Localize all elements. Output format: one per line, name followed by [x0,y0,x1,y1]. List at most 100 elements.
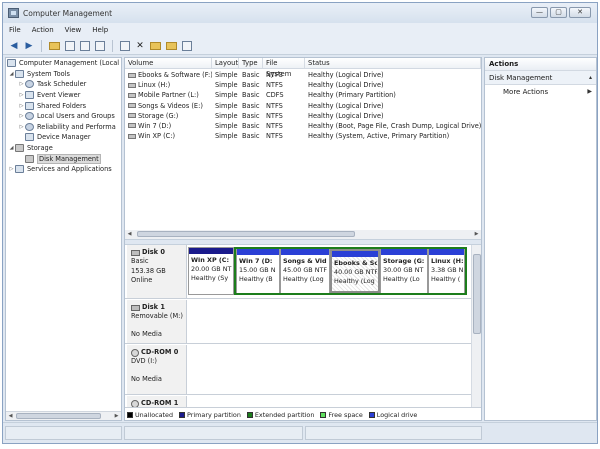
disk-management-pane: Volume Layout Type File System Status Eb… [124,57,482,421]
expand-arrow-icon[interactable]: ◢ [8,71,15,77]
more-actions-item[interactable]: More Actions ▶ [485,85,596,99]
tools-icon [15,69,24,78]
scrollbar-thumb[interactable] [16,413,101,419]
search-icon[interactable] [182,40,192,51]
table-row[interactable]: Win XP (C:) Simple Basic NTFS Healthy (S… [125,131,481,141]
scroll-right-icon[interactable]: ▶ [112,412,121,420]
close-button[interactable]: ✕ [569,7,591,18]
collapse-arrow-icon[interactable]: ▷ [18,124,25,130]
tree-horizontal-scrollbar[interactable]: ◀ ▶ [6,411,121,420]
disk-info[interactable]: Disk 0 Basic 153.38 GB Online [127,245,187,298]
tree-item-disk-management[interactable]: Disk Management [6,153,121,164]
properties-icon[interactable] [80,40,90,51]
tree-item-event-viewer[interactable]: ▷ Event Viewer [6,90,121,101]
volume-list-horizontal-scrollbar[interactable]: ◀ ▶ [125,230,481,239]
table-row[interactable]: Storage (G:) Simple Basic NTFS Healthy (… [125,111,481,121]
disk-info[interactable]: CD-ROM 0 DVD (I:) No Media [127,345,187,394]
partition-size: 20.00 GB NT [191,265,232,273]
volume-type: Basic [242,132,260,141]
forward-arrow-icon[interactable]: ▶ [24,41,34,51]
delete-icon[interactable]: ✕ [135,41,145,51]
shared-folder-icon [25,101,34,110]
tree-item-reliability[interactable]: ▷ Reliability and Performa [6,122,121,133]
tree-item-local-users[interactable]: ▷ Local Users and Groups [6,111,121,122]
expand-arrow-icon[interactable]: ◢ [8,145,15,151]
table-row[interactable]: Win 7 (D:) Simple Basic NTFS Healthy (Bo… [125,121,481,131]
scrollbar-thumb[interactable] [473,254,481,334]
maximize-button[interactable]: ▢ [550,7,567,18]
volume-layout: Simple [215,91,238,100]
computer-management-window: Computer Management — ▢ ✕ File Action Vi… [2,2,598,444]
collapse-arrow-icon[interactable]: ▷ [18,103,25,109]
disk-graphical-view: Disk 0 Basic 153.38 GB Online Win XP (C:… [125,245,471,407]
disk-info[interactable]: CD-ROM 1 [127,396,187,407]
actions-section-disk-management[interactable]: Disk Management ▴ [485,71,596,85]
partition-status: Healthy (Lo [383,275,420,283]
partition-block[interactable]: Win 7 (D: 15.00 GB N Healthy (B [236,249,280,293]
table-row[interactable]: Linux (H:) Simple Basic NTFS Healthy (Lo… [125,80,481,90]
collapse-arrow-icon[interactable]: ▷ [18,92,25,98]
tree-item-system-tools[interactable]: ◢ System Tools [6,69,121,80]
new-folder-icon[interactable] [166,41,177,50]
scrollbar-thumb[interactable] [137,231,355,237]
show-tree-icon[interactable] [65,40,75,51]
partition-size: 30.00 GB NT [383,266,424,274]
tree-item-services[interactable]: ▷ Services and Applications [6,164,121,175]
legend-swatch [368,411,375,418]
menu-view[interactable]: View [65,26,82,34]
performance-icon [25,122,34,131]
menu-help[interactable]: Help [92,26,108,34]
minimize-button[interactable]: — [531,7,548,18]
volume-file-system: NTFS [266,132,283,141]
help-icon[interactable] [95,40,105,51]
column-status[interactable]: Status [305,58,481,68]
column-volume[interactable]: Volume [125,58,212,68]
partition-block[interactable]: Win XP (C: 20.00 GB NT Healthy (Sy [188,247,234,295]
tree-item-task-scheduler[interactable]: ▷ Task Scheduler [6,79,121,90]
volume-file-system: NTFS [266,121,283,130]
menu-action[interactable]: Action [32,26,54,34]
table-row[interactable]: Songs & Videos (E:) Simple Basic NTFS He… [125,101,481,111]
partition-block-selected[interactable]: Ebooks & So 40.00 GB NTF Healthy (Log [330,249,380,293]
disk-info[interactable]: Disk 1 Removable (M:) No Media [127,300,187,343]
disk-view-vertical-scrollbar[interactable] [471,245,481,407]
scroll-left-icon[interactable]: ◀ [6,412,15,420]
table-row[interactable]: Mobile Partner (L:) Simple Basic CDFS He… [125,90,481,100]
partition-block[interactable]: Linux (H: 3.38 GB N Healthy ( [428,249,465,293]
volume-name: Linux (H:) [138,81,171,90]
column-layout[interactable]: Layout [212,58,239,68]
logical-drive-bar [237,249,279,255]
table-row[interactable]: Ebooks & Software (F:) Simple Basic NTFS… [125,70,481,80]
tree-item-root[interactable]: Computer Management (Local [6,58,121,69]
menu-file[interactable]: File [9,26,21,34]
navigation-tree: Computer Management (Local ◢ System Tool… [5,57,122,421]
partition-size: 45.00 GB NTF [283,266,328,274]
logical-drive-bar [332,251,378,257]
back-arrow-icon[interactable]: ◀ [9,41,19,51]
volume-type: Basic [242,101,260,110]
open-folder-icon[interactable] [150,41,161,50]
tree-item-device-manager[interactable]: Device Manager [6,132,121,143]
scroll-left-icon[interactable]: ◀ [125,230,134,238]
computer-icon [7,59,16,68]
export-icon[interactable] [120,40,130,51]
tree-item-shared-folders[interactable]: ▷ Shared Folders [6,100,121,111]
partition-block[interactable]: Songs & Vid 45.00 GB NTF Healthy (Log [280,249,330,293]
tree-item-storage[interactable]: ◢ Storage [6,143,121,154]
clock-icon [25,80,34,89]
disk-media: No Media [131,329,162,338]
collapse-up-icon[interactable]: ▴ [589,71,592,84]
volume-list: Ebooks & Software (F:) Simple Basic NTFS… [125,70,481,141]
collapse-arrow-icon[interactable]: ▷ [18,81,25,87]
legend-item: Logical drive [368,411,417,419]
disk-name: Disk 0 [142,248,165,256]
collapse-arrow-icon[interactable]: ▷ [18,113,25,119]
column-type[interactable]: Type [239,58,263,68]
partition-block[interactable]: Storage (G: 30.00 GB NT Healthy (Lo [380,249,428,293]
scroll-right-icon[interactable]: ▶ [472,230,481,238]
partition-status: Healthy (Log [283,275,324,283]
column-file-system[interactable]: File System [263,58,305,78]
collapse-arrow-icon[interactable]: ▷ [8,166,15,172]
up-folder-icon[interactable] [49,41,60,50]
logical-drive-bar [281,249,329,255]
